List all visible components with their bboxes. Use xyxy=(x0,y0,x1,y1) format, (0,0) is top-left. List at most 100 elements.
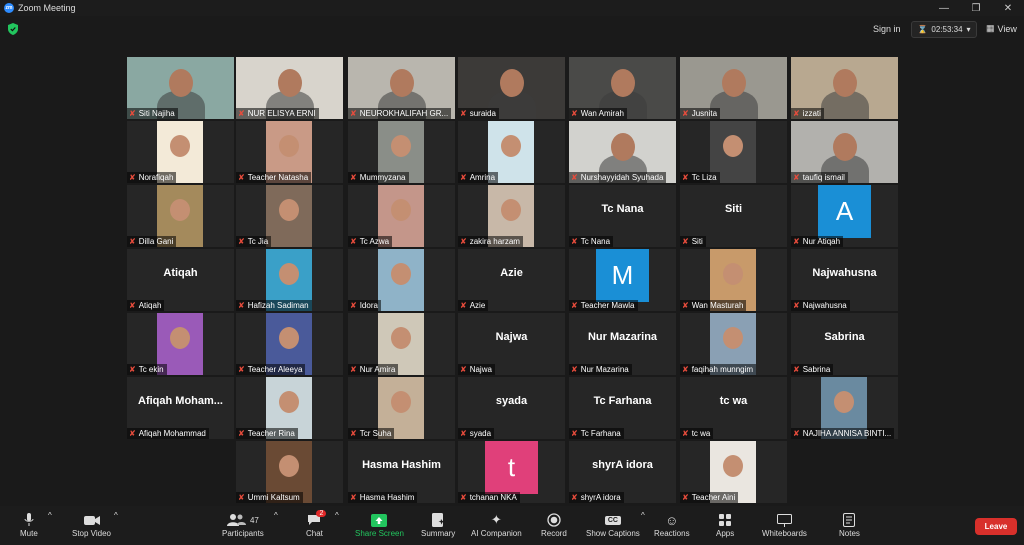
participants-caret-icon[interactable]: ^ xyxy=(274,511,278,520)
participant-tile[interactable]: Nur Mazarina ✘ Nur Mazarina xyxy=(569,313,676,375)
participant-name-label: ✘ Azie xyxy=(458,300,489,311)
participant-tile[interactable]: ✘ NEUROKHALIFAH GR... xyxy=(348,57,455,119)
participant-name-label: ✘ Tc Nana xyxy=(569,236,614,247)
participant-face xyxy=(390,69,414,97)
participant-tile[interactable]: ✘ NAJIHA ANNISA BINTI... xyxy=(791,377,898,439)
video-options-caret-icon[interactable]: ^ xyxy=(114,511,118,520)
participant-tile[interactable]: ✘ Tc Liza xyxy=(680,121,787,183)
participant-tile[interactable]: ✘ NUR ELISYA ERNI xyxy=(236,57,343,119)
participant-name: taufiq ismail xyxy=(802,173,845,182)
participant-name: NAJIHA ANNISA BINTI... xyxy=(802,429,892,438)
participant-tile[interactable]: ✘ Tc Jia xyxy=(236,185,343,247)
participant-tile[interactable]: t ✘ tchanan NKA xyxy=(458,441,565,503)
participant-tile[interactable]: ✘ Siti Najiha xyxy=(127,57,234,119)
muted-mic-icon: ✘ xyxy=(682,237,689,246)
participant-tile[interactable]: ✘ Norafiqah xyxy=(127,121,234,183)
participant-tile[interactable]: ✘ izzati xyxy=(791,57,898,119)
participant-tile[interactable]: Hasma Hashim ✘ Hasma Hashim xyxy=(348,441,455,503)
participant-tile[interactable]: ✘ Nurshayyidah Syuhada xyxy=(569,121,676,183)
sign-in-link[interactable]: Sign in xyxy=(873,24,901,34)
chat-caret-icon[interactable]: ^ xyxy=(335,511,339,520)
summary-button[interactable]: Summary xyxy=(421,511,455,538)
participant-tile[interactable]: ✘ Mummyzana xyxy=(348,121,455,183)
participant-tile[interactable]: Siti ✘ Siti xyxy=(680,185,787,247)
close-icon[interactable]: ✕ xyxy=(992,0,1024,16)
ai-companion-button[interactable]: ✦ AI Companion xyxy=(471,511,522,538)
share-screen-button[interactable]: Share Screen xyxy=(355,511,404,538)
participant-tile[interactable]: M ✘ Teacher Mawla xyxy=(569,249,676,311)
muted-mic-icon: ✘ xyxy=(682,173,689,182)
muted-mic-icon: ✘ xyxy=(460,365,467,374)
captions-caret-icon[interactable]: ^ xyxy=(641,511,645,520)
muted-mic-icon: ✘ xyxy=(460,301,467,310)
participant-tile[interactable]: ✘ Dilla Gani xyxy=(127,185,234,247)
participant-tile[interactable]: shyrA idora ✘ shyrA idora xyxy=(569,441,676,503)
participant-face xyxy=(391,263,411,285)
participant-tile[interactable]: syada ✘ syada xyxy=(458,377,565,439)
participant-name: Tcr Suha xyxy=(359,429,392,438)
participant-tile[interactable]: ✘ Wan Amirah xyxy=(569,57,676,119)
minimize-icon[interactable]: — xyxy=(928,0,960,16)
participant-tile[interactable]: Najwahusna ✘ Najwahusna xyxy=(791,249,898,311)
participant-face xyxy=(278,69,302,97)
participant-tile[interactable]: ✘ Hafizah Sadiman xyxy=(236,249,343,311)
participant-tile[interactable]: ✘ Tc ekin xyxy=(127,313,234,375)
participant-tile[interactable]: ✘ zakira harzam xyxy=(458,185,565,247)
participant-tile[interactable]: Tc Nana ✘ Tc Nana xyxy=(569,185,676,247)
participant-name-label: ✘ Teacher Rina xyxy=(236,428,298,439)
participant-name: Tc Jia xyxy=(247,237,269,246)
mute-button[interactable]: Mute xyxy=(20,511,38,538)
participant-name-label: ✘ Tc ekin xyxy=(127,364,167,375)
chat-button[interactable]: 2 Chat xyxy=(306,510,327,538)
show-captions-button[interactable]: CC Show Captions xyxy=(586,511,640,538)
participant-tile[interactable]: ✘ Teacher Aini xyxy=(680,441,787,503)
participant-tile[interactable]: ✘ Jusnita xyxy=(680,57,787,119)
leave-button[interactable]: Leave xyxy=(975,518,1017,535)
participant-tile[interactable]: ✘ Idora xyxy=(348,249,455,311)
participant-tile[interactable]: ✘ Tc Azwa xyxy=(348,185,455,247)
participant-tile[interactable]: ✘ Teacher Rina xyxy=(236,377,343,439)
participant-tile[interactable]: ✘ Amrina xyxy=(458,121,565,183)
participant-name: Norafiqah xyxy=(138,173,174,182)
view-button[interactable]: ▦ View xyxy=(986,23,1017,34)
participant-tile[interactable]: Afiqah Moham... ✘ Afiqah Mohammad xyxy=(127,377,234,439)
participant-tile[interactable]: ✘ taufiq ismail xyxy=(791,121,898,183)
mute-options-caret-icon[interactable]: ^ xyxy=(48,511,52,520)
participant-tile[interactable]: ✘ Teacher Aleeya xyxy=(236,313,343,375)
record-button[interactable]: Record xyxy=(541,511,567,538)
participant-tile[interactable]: ✘ Tcr Suha xyxy=(348,377,455,439)
participant-tile[interactable]: Sabrina ✘ Sabrina xyxy=(791,313,898,375)
muted-mic-icon: ✘ xyxy=(460,109,467,118)
participant-tile[interactable]: ✘ faqihah munngim xyxy=(680,313,787,375)
muted-mic-icon: ✘ xyxy=(571,237,578,246)
participant-tile[interactable]: ✘ Teacher Natasha xyxy=(236,121,343,183)
participant-tile[interactable]: Atiqah ✘ Atiqah xyxy=(127,249,234,311)
participant-name: Tc Nana xyxy=(580,237,611,246)
apps-button[interactable]: Apps xyxy=(716,511,734,538)
participant-face xyxy=(723,455,743,477)
participant-tile[interactable]: tc wa ✘ tc wa xyxy=(680,377,787,439)
participant-tile[interactable]: Azie ✘ Azie xyxy=(458,249,565,311)
participant-name-label: ✘ izzati xyxy=(791,108,824,119)
participant-tile[interactable]: Tc Farhana ✘ Tc Farhana xyxy=(569,377,676,439)
participants-button[interactable]: 47 Participants xyxy=(222,511,264,538)
participant-tile[interactable]: ✘ Ummi Kaltsum xyxy=(236,441,343,503)
participant-display-name: Azie xyxy=(500,267,523,279)
participant-tile[interactable]: A ✘ Nur Atiqah xyxy=(791,185,898,247)
reactions-button[interactable]: ☺ Reactions xyxy=(654,511,690,539)
participant-name: Tc ekin xyxy=(138,365,164,374)
maximize-icon[interactable]: ❐ xyxy=(960,0,992,16)
notes-button[interactable]: Notes xyxy=(839,511,860,538)
participant-tile[interactable]: ✘ suraida xyxy=(458,57,565,119)
participant-tile[interactable]: ✘ Nur Amira xyxy=(348,313,455,375)
participant-tile[interactable]: Najwa ✘ Najwa xyxy=(458,313,565,375)
stop-video-button[interactable]: Stop Video xyxy=(72,511,111,538)
participant-name: Teacher Natasha xyxy=(247,173,309,182)
encryption-shield-icon[interactable] xyxy=(8,23,18,35)
meeting-timer[interactable]: ⌛ 02:53:34 ▾ xyxy=(911,21,977,38)
participant-tile[interactable]: ✘ Wan Masturah xyxy=(680,249,787,311)
participant-name: syada xyxy=(469,429,492,438)
participant-name: zakira harzam xyxy=(469,237,520,246)
whiteboards-button[interactable]: Whiteboards xyxy=(762,511,807,538)
participant-name: Azie xyxy=(469,301,486,310)
